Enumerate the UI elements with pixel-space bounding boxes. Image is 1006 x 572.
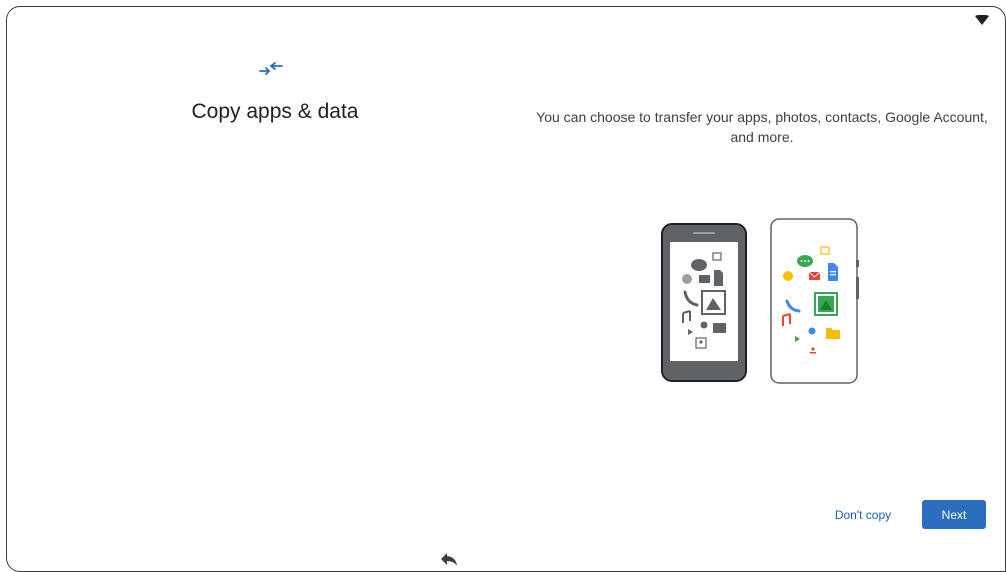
page-title: Copy apps & data (191, 100, 359, 123)
dont-copy-button[interactable]: Don't copy (822, 500, 904, 529)
transfer-arrows-icon (259, 62, 283, 75)
old-phone-graphic (661, 223, 747, 382)
next-button[interactable]: Next (922, 500, 986, 529)
phone-transfer-illustration (661, 218, 859, 384)
page-description: You can choose to transfer your apps, ph… (536, 109, 988, 145)
setup-screen: Copy apps & data You can choose to trans… (6, 6, 1006, 572)
new-phone-graphic (770, 218, 859, 384)
wifi-icon (975, 15, 989, 25)
back-icon[interactable] (439, 551, 459, 567)
